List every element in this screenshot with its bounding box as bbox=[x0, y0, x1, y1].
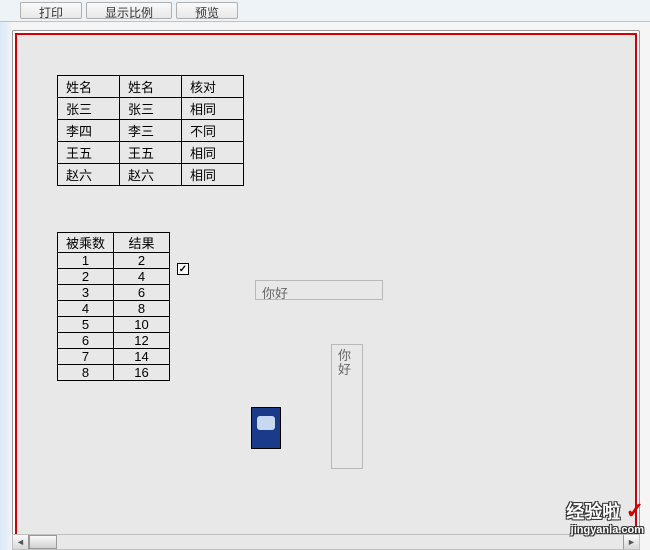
table-row: 714 bbox=[58, 349, 170, 365]
comparison-table: 姓名 姓名 核对 张三张三相同 李四李三不同 王五王五相同 赵六赵六相同 bbox=[57, 75, 244, 186]
table-row: 被乘数 结果 bbox=[58, 233, 170, 253]
table-row: 张三张三相同 bbox=[58, 98, 244, 120]
header-cell: 被乘数 bbox=[58, 233, 114, 253]
table-row: 816 bbox=[58, 365, 170, 381]
toolbar: 打印 显示比例 预览 bbox=[0, 0, 650, 22]
check-icon: ✓ bbox=[179, 264, 187, 275]
multiplication-table: 被乘数 结果 12 24 36 48 510 612 714 816 bbox=[57, 232, 170, 381]
watermark-url: jingyanla.com bbox=[566, 524, 644, 536]
header-cell: 姓名 bbox=[58, 76, 120, 98]
scroll-left-button[interactable]: ◄ bbox=[13, 535, 29, 549]
image-icon bbox=[257, 416, 275, 430]
print-button[interactable]: 打印 bbox=[20, 2, 82, 19]
table-row: 48 bbox=[58, 301, 170, 317]
table-row: 姓名 姓名 核对 bbox=[58, 76, 244, 98]
header-cell: 核对 bbox=[182, 76, 244, 98]
table-row: 赵六赵六相同 bbox=[58, 164, 244, 186]
preview-panel: 姓名 姓名 核对 张三张三相同 李四李三不同 王五王五相同 赵六赵六相同 被乘数… bbox=[12, 30, 640, 545]
image-thumbnail[interactable] bbox=[251, 407, 281, 449]
scroll-thumb[interactable] bbox=[29, 535, 57, 549]
header-cell: 结果 bbox=[114, 233, 170, 253]
table-row: 24 bbox=[58, 269, 170, 285]
table-row: 36 bbox=[58, 285, 170, 301]
page-canvas: 姓名 姓名 核对 张三张三相同 李四李三不同 王五王五相同 赵六赵六相同 被乘数… bbox=[15, 33, 637, 542]
table-row: 612 bbox=[58, 333, 170, 349]
table-row: 王五王五相同 bbox=[58, 142, 244, 164]
watermark-title: 经验啦 bbox=[566, 498, 620, 524]
table-row: 李四李三不同 bbox=[58, 120, 244, 142]
header-cell: 姓名 bbox=[120, 76, 182, 98]
watermark: 经验啦 ✓ jingyanla.com bbox=[566, 498, 644, 536]
scroll-right-button[interactable]: ► bbox=[623, 535, 639, 549]
checkbox[interactable]: ✓ bbox=[177, 263, 189, 275]
preview-button[interactable]: 预览 bbox=[176, 2, 238, 19]
text-input-horizontal[interactable]: 你好 bbox=[255, 280, 383, 300]
zoom-button[interactable]: 显示比例 bbox=[86, 2, 172, 19]
table-row: 12 bbox=[58, 253, 170, 269]
checkmark-icon: ✓ bbox=[626, 498, 644, 524]
table-row: 510 bbox=[58, 317, 170, 333]
horizontal-scrollbar[interactable]: ◄ ► bbox=[12, 534, 640, 550]
text-input-vertical[interactable]: 你好 bbox=[331, 344, 363, 469]
